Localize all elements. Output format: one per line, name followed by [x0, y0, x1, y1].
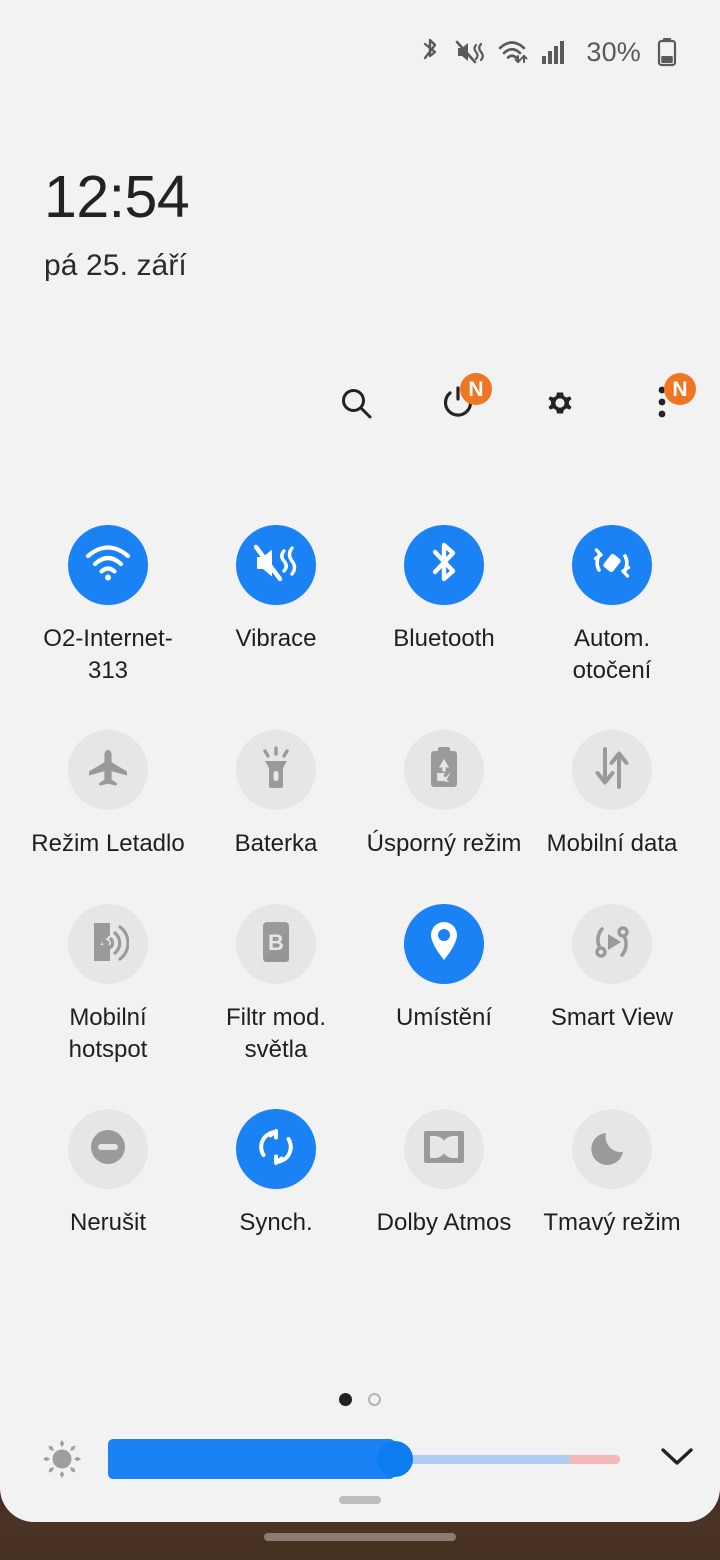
- smart-view-icon: [589, 919, 635, 970]
- quick-settings-panel: 30% 12:54 pá 25. září N N O2-Internet-31…: [0, 0, 720, 1522]
- auto-rotate-icon: [589, 540, 635, 591]
- more-options-notification-badge: N: [664, 373, 696, 405]
- slider-thumb[interactable]: [376, 1441, 413, 1477]
- more-options-button[interactable]: N: [642, 373, 696, 425]
- moon-icon: [591, 1126, 633, 1173]
- do-not-disturb-icon: [86, 1125, 130, 1174]
- tile-label: Mobilní data: [546, 830, 678, 858]
- tile-mobile-hotspot[interactable]: Mobilní hotspot: [24, 894, 192, 1065]
- page-dot-2[interactable]: [368, 1393, 381, 1406]
- tile-label: Synch.: [239, 1209, 313, 1237]
- svg-text:B: B: [268, 930, 284, 955]
- battery-icon: [656, 37, 678, 67]
- tile-label: Autom. otočení: [572, 625, 652, 684]
- tile-icon-wrapper: [68, 904, 148, 985]
- tile-icon-wrapper: [572, 730, 652, 811]
- settings-button[interactable]: [540, 385, 580, 425]
- tile-icon-wrapper: [236, 525, 316, 605]
- tile-icon-wrapper: [236, 1109, 316, 1190]
- tile-blue-light-filter[interactable]: B Filtr mod. světla: [192, 894, 360, 1065]
- wifi-icon: [498, 38, 528, 66]
- search-icon: [339, 386, 373, 425]
- dolby-icon: [421, 1129, 467, 1170]
- wifi-icon: [85, 544, 131, 587]
- tile-label: Vibrace: [235, 625, 317, 652]
- page-indicator: [0, 1393, 720, 1406]
- tile-label: O2-Internet-313: [43, 625, 173, 684]
- location-pin-icon: [426, 919, 462, 970]
- tile-power-saving[interactable]: Úsporný režim: [360, 720, 528, 860]
- tile-smart-view[interactable]: Smart View: [528, 894, 696, 1065]
- power-notification-badge: N: [460, 373, 492, 405]
- drag-handle[interactable]: [339, 1496, 381, 1504]
- clock-block[interactable]: 12:54 pá 25. září: [44, 164, 190, 283]
- brightness-expand-button[interactable]: [634, 1446, 720, 1473]
- status-bar: 30%: [0, 0, 720, 104]
- tile-icon-wrapper: [68, 1109, 148, 1190]
- tile-do-not-disturb[interactable]: Nerušit: [24, 1099, 192, 1239]
- vibrate-mute-icon: [455, 38, 485, 66]
- quick-settings-tile-grid: O2-Internet-313 Vibrace Bluetooth Autom.…: [24, 515, 696, 1239]
- tile-sync[interactable]: Synch.: [192, 1099, 360, 1239]
- blue-light-filter-icon: B: [258, 919, 294, 970]
- brightness-slider[interactable]: [108, 1439, 620, 1479]
- tile-flashlight[interactable]: Baterka: [192, 720, 360, 860]
- signal-icon: [541, 38, 567, 66]
- sync-icon: [254, 1125, 298, 1174]
- gear-icon: [542, 385, 578, 426]
- tile-bluetooth[interactable]: Bluetooth: [360, 515, 528, 686]
- power-saving-icon: [426, 745, 462, 796]
- tile-icon-wrapper: [404, 1109, 484, 1190]
- search-button[interactable]: [336, 385, 376, 425]
- tile-mobile-data[interactable]: Mobilní data: [528, 720, 696, 860]
- tile-wifi[interactable]: O2-Internet-313: [24, 515, 192, 686]
- flashlight-icon: [256, 746, 296, 795]
- clock-time: 12:54: [44, 164, 190, 230]
- page-dot-1[interactable]: [339, 1393, 352, 1406]
- brightness-row: [0, 1428, 720, 1490]
- tile-icon-wrapper: [572, 525, 652, 605]
- tile-label: Úsporný režim: [366, 830, 522, 858]
- tile-label: Bluetooth: [393, 625, 495, 652]
- chevron-down-icon: [660, 1446, 694, 1473]
- tile-icon-wrapper: [572, 1109, 652, 1190]
- airplane-icon: [86, 746, 130, 795]
- tile-label: Tmavý režim: [543, 1209, 681, 1237]
- tile-label: Filtr mod. světla: [225, 1004, 326, 1063]
- vibrate-icon: [253, 542, 299, 589]
- tile-icon-wrapper: [236, 730, 316, 811]
- power-button[interactable]: N: [438, 373, 492, 425]
- brightness-icon: [24, 1433, 100, 1485]
- tile-auto-rotate[interactable]: Autom. otočení: [528, 515, 696, 686]
- tile-icon-wrapper: [404, 904, 484, 985]
- tile-dark-mode[interactable]: Tmavý režim: [528, 1099, 696, 1239]
- tile-vibrace[interactable]: Vibrace: [192, 515, 360, 686]
- tile-icon-wrapper: [68, 525, 148, 605]
- tile-icon-wrapper: [68, 730, 148, 811]
- tile-label: Umístění: [395, 1004, 493, 1032]
- clock-date: pá 25. září: [44, 249, 187, 282]
- tile-location[interactable]: Umístění: [360, 894, 528, 1065]
- tile-label: Smart View: [550, 1004, 674, 1032]
- battery-percent-label: 30%: [586, 36, 641, 67]
- bluetooth-icon: [418, 38, 442, 66]
- tile-label: Baterka: [234, 830, 318, 858]
- tile-icon-wrapper: [572, 904, 652, 985]
- gesture-handle[interactable]: [264, 1533, 456, 1541]
- tile-label: Mobilní hotspot: [68, 1004, 148, 1063]
- tile-label: Nerušit: [69, 1209, 147, 1237]
- tile-label: Režim Letadlo: [31, 830, 185, 858]
- mobile-data-icon: [591, 746, 633, 795]
- slider-fill: [108, 1439, 395, 1479]
- tile-airplane-mode[interactable]: Režim Letadlo: [24, 720, 192, 860]
- tile-dolby-atmos[interactable]: Dolby Atmos: [360, 1099, 528, 1239]
- tile-label: Dolby Atmos: [376, 1209, 512, 1237]
- bluetooth-icon: [427, 540, 461, 591]
- quick-settings-toolbar: N N: [336, 373, 696, 425]
- tile-icon-wrapper: B: [236, 904, 316, 985]
- tile-icon-wrapper: [404, 730, 484, 811]
- slider-warning-zone: [568, 1454, 620, 1464]
- hotspot-icon: [87, 919, 130, 970]
- tile-icon-wrapper: [404, 525, 484, 605]
